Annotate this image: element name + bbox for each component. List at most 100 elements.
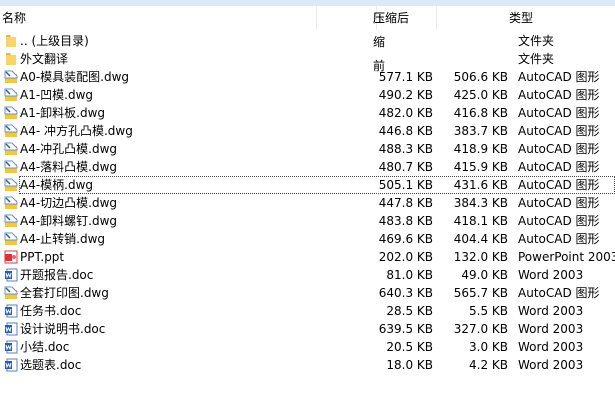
file-type: Word 2003 — [518, 268, 584, 282]
file-name: A1-卸料板.dwg — [20, 106, 106, 120]
file-type: AutoCAD 图形 — [518, 286, 600, 300]
size-after: 5.5 KB — [469, 304, 508, 318]
file-row[interactable]: 开题报告.doc 81.0 KB 49.0 KB Word 2003 — [0, 266, 615, 284]
file-row[interactable]: 全套打印图.dwg 640.3 KB 565.7 KB AutoCAD 图形 — [0, 284, 615, 302]
doc-file-icon — [4, 340, 18, 354]
file-row[interactable]: PPT.ppt 202.0 KB 132.0 KB PowerPoint 200… — [0, 248, 615, 266]
file-row[interactable]: A4-冲孔凸模.dwg 488.3 KB 418.9 KB AutoCAD 图形 — [0, 140, 615, 158]
file-row[interactable]: A4- 冲方孔凸模.dwg 446.8 KB 383.7 KB AutoCAD … — [0, 122, 615, 140]
file-type: AutoCAD 图形 — [518, 124, 600, 138]
file-type: AutoCAD 图形 — [518, 214, 600, 228]
file-name: A4-止转销.dwg — [20, 232, 106, 246]
size-after: 4.2 KB — [469, 358, 508, 372]
doc-file-icon — [4, 358, 18, 372]
folder-icon — [4, 34, 18, 48]
size-after: 418.1 KB — [453, 214, 508, 228]
file-type: AutoCAD 图形 — [518, 196, 600, 210]
size-before: 482.0 KB — [378, 106, 433, 120]
dwg-file-icon — [4, 160, 18, 174]
file-name: A1-凹模.dwg — [20, 88, 94, 102]
size-after: 565.7 KB — [453, 286, 508, 300]
file-row[interactable]: 外文翻译 文件夹 — [0, 50, 615, 68]
file-name: 小结.doc — [20, 340, 70, 354]
file-name: 设计说明书.doc — [20, 322, 106, 336]
size-after: 3.0 KB — [469, 340, 508, 354]
size-after: 132.0 KB — [453, 250, 508, 264]
file-type: AutoCAD 图形 — [518, 106, 600, 120]
column-after-header[interactable]: 压缩后 — [373, 6, 437, 30]
column-name-header[interactable]: 名称 — [0, 6, 317, 30]
size-before: 488.3 KB — [378, 142, 433, 156]
ppt-file-icon — [4, 250, 18, 264]
size-before: 20.5 KB — [386, 340, 433, 354]
file-type: AutoCAD 图形 — [518, 88, 600, 102]
size-after: 383.7 KB — [453, 124, 508, 138]
size-before: 202.0 KB — [378, 250, 433, 264]
dwg-file-icon — [4, 178, 18, 192]
size-before: 639.5 KB — [378, 322, 433, 336]
file-name: 全套打印图.dwg — [20, 286, 109, 300]
file-name: A4-切边凸模.dwg — [20, 196, 118, 210]
file-row[interactable]: A4-模柄.dwg 505.1 KB 431.6 KB AutoCAD 图形 — [4, 176, 615, 194]
size-before: 469.6 KB — [378, 232, 433, 246]
dwg-file-icon — [4, 142, 18, 156]
file-type: Word 2003 — [518, 322, 584, 336]
file-row[interactable]: A4-切边凸模.dwg 447.8 KB 384.3 KB AutoCAD 图形 — [0, 194, 615, 212]
file-row[interactable]: A4-卸料螺钉.dwg 483.8 KB 418.1 KB AutoCAD 图形 — [0, 212, 615, 230]
size-after: 49.0 KB — [461, 268, 508, 282]
size-before: 577.1 KB — [378, 70, 433, 84]
dwg-file-icon — [4, 232, 18, 246]
file-name: PPT.ppt — [20, 250, 65, 264]
file-type: Word 2003 — [518, 358, 584, 372]
file-row[interactable]: A4-止转销.dwg 469.6 KB 404.4 KB AutoCAD 图形 — [0, 230, 615, 248]
file-name: A4-落料凸模.dwg — [20, 160, 118, 174]
file-row[interactable]: A1-凹模.dwg 490.2 KB 425.0 KB AutoCAD 图形 — [0, 86, 615, 104]
dwg-file-icon — [4, 70, 18, 84]
file-row[interactable]: 设计说明书.doc 639.5 KB 327.0 KB Word 2003 — [0, 320, 615, 338]
column-after-label: 压缩后 — [373, 11, 410, 25]
size-after: 327.0 KB — [453, 322, 508, 336]
file-name: 选题表.doc — [20, 358, 82, 372]
column-type-label: 类型 — [509, 11, 534, 25]
file-type: PowerPoint 2003 — [518, 250, 615, 264]
doc-file-icon — [4, 322, 18, 336]
dwg-file-icon — [4, 196, 18, 210]
file-type: Word 2003 — [518, 304, 584, 318]
dwg-file-icon — [4, 286, 18, 300]
file-name: A4- 冲方孔凸模.dwg — [20, 124, 133, 138]
size-after: 384.3 KB — [453, 196, 508, 210]
size-before: 640.3 KB — [378, 286, 433, 300]
file-row[interactable]: 选题表.doc 18.0 KB 4.2 KB Word 2003 — [0, 356, 615, 374]
dwg-file-icon — [4, 88, 18, 102]
folder-icon — [4, 52, 18, 66]
size-before: 446.8 KB — [378, 124, 433, 138]
column-before-header[interactable]: 压缩前 — [317, 6, 385, 73]
column-header: 名称 压缩前 压缩后 类型 — [0, 6, 615, 73]
file-row[interactable]: 小结.doc 20.5 KB 3.0 KB Word 2003 — [0, 338, 615, 356]
file-row[interactable]: A4-落料凸模.dwg 480.7 KB 415.9 KB AutoCAD 图形 — [0, 158, 615, 176]
file-name: 外文翻译 — [20, 52, 69, 66]
size-after: 404.4 KB — [453, 232, 508, 246]
size-before: 18.0 KB — [386, 358, 433, 372]
file-name: A4-模柄.dwg — [20, 178, 94, 192]
size-before: 447.8 KB — [378, 196, 433, 210]
file-row[interactable]: .. (上级目录) 文件夹 — [0, 32, 615, 50]
file-row[interactable]: A0-模具装配图.dwg 577.1 KB 506.6 KB AutoCAD 图… — [0, 68, 615, 86]
file-name: A4-卸料螺钉.dwg — [20, 214, 118, 228]
size-before: 81.0 KB — [386, 268, 433, 282]
file-name: .. (上级目录) — [20, 34, 89, 48]
file-type: 文件夹 — [518, 52, 555, 66]
dwg-file-icon — [4, 124, 18, 138]
size-after: 431.6 KB — [453, 178, 508, 192]
file-type: AutoCAD 图形 — [518, 160, 600, 174]
size-after: 425.0 KB — [453, 88, 508, 102]
size-before: 480.7 KB — [378, 160, 433, 174]
file-name: 开题报告.doc — [20, 268, 94, 282]
size-after: 415.9 KB — [453, 160, 508, 174]
column-type-header[interactable]: 类型 — [437, 6, 615, 30]
file-type: AutoCAD 图形 — [518, 142, 600, 156]
size-before: 28.5 KB — [386, 304, 433, 318]
file-row[interactable]: 任务书.doc 28.5 KB 5.5 KB Word 2003 — [0, 302, 615, 320]
size-before: 505.1 KB — [378, 178, 433, 192]
file-row[interactable]: A1-卸料板.dwg 482.0 KB 416.8 KB AutoCAD 图形 — [0, 104, 615, 122]
